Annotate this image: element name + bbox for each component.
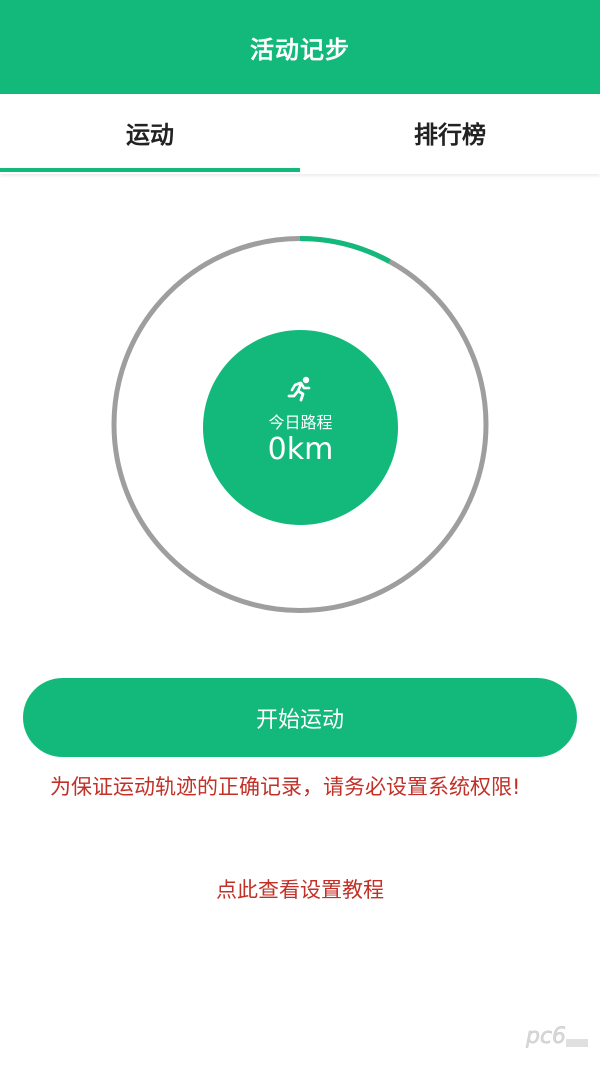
tab-sport[interactable]: 运动 [0,94,300,174]
permission-warning: 为保证运动轨迹的正确记录，请务必设置系统权限! [50,775,521,799]
runner-icon [287,376,311,402]
svg-text:pc6: pc6 [525,1024,566,1049]
app-bar: 活动记步 [0,0,600,94]
pc6-watermark-logo: pc6 [525,1024,588,1049]
start-exercise-button[interactable]: 开始运动 [23,678,577,757]
today-distance-label: 今日路程 [268,413,333,432]
today-distance-value: 0km [267,432,334,467]
tab-sport-label: 运动 [126,120,174,149]
settings-tutorial-link[interactable]: 点此查看设置教程 [0,874,600,904]
page-title: 活动记步 [250,35,350,64]
tab-leaderboard-label: 排行榜 [414,120,486,149]
tab-bar: 运动 排行榜 [0,94,600,174]
tab-leaderboard[interactable]: 排行榜 [300,94,600,174]
active-tab-indicator [0,168,300,172]
